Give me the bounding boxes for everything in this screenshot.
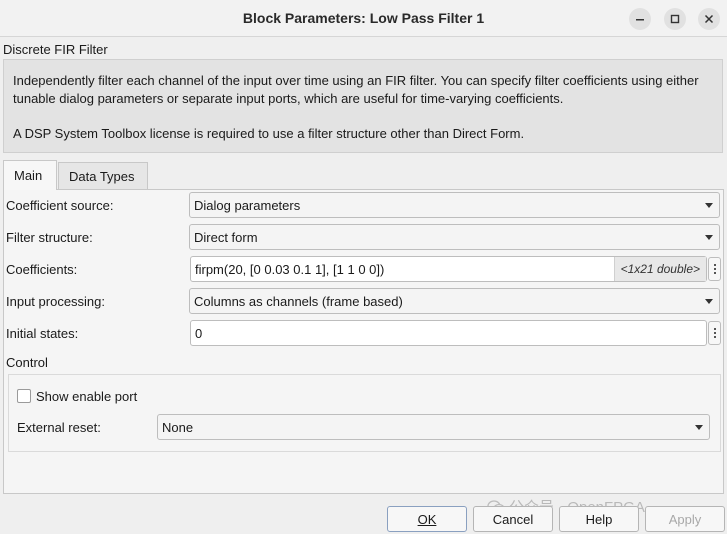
block-type-label: Discrete FIR Filter — [3, 42, 108, 57]
ok-button[interactable]: OK — [387, 506, 467, 532]
filter-structure-label: Filter structure: — [6, 230, 93, 245]
control-group-box — [8, 374, 721, 452]
minimize-button[interactable] — [629, 8, 651, 30]
maximize-icon — [670, 14, 680, 24]
coefficients-field[interactable]: firpm(20, [0 0.03 0.1 1], [1 1 0 0]) <1x… — [190, 256, 707, 282]
close-icon — [704, 14, 714, 24]
initial-states-more-button[interactable] — [708, 321, 721, 345]
chevron-down-icon — [705, 299, 713, 304]
input-processing-dropdown[interactable]: Columns as channels (frame based) — [189, 288, 720, 314]
input-processing-label: Input processing: — [6, 294, 106, 309]
description-box: Independently filter each channel of the… — [3, 59, 723, 153]
coefficients-label: Coefficients: — [6, 262, 78, 277]
coefficients-more-button[interactable] — [708, 257, 721, 281]
coefficient-source-label: Coefficient source: — [6, 198, 114, 213]
coefficients-value: firpm(20, [0 0.03 0.1 1], [1 1 0 0]) — [195, 261, 385, 277]
apply-button[interactable]: Apply — [645, 506, 725, 532]
filter-structure-value: Direct form — [194, 229, 258, 245]
filter-structure-dropdown[interactable]: Direct form — [189, 224, 720, 250]
title-bar: Block Parameters: Low Pass Filter 1 — [0, 0, 727, 37]
more-options-icon — [713, 328, 716, 330]
initial-states-value: 0 — [195, 325, 203, 341]
initial-states-field[interactable]: 0 — [190, 320, 707, 346]
tab-data-types[interactable]: Data Types — [58, 162, 148, 189]
initial-states-label: Initial states: — [6, 326, 79, 341]
external-reset-label: External reset: — [17, 420, 101, 435]
coefficient-source-value: Dialog parameters — [194, 197, 301, 213]
help-button[interactable]: Help — [559, 506, 639, 532]
apply-label: Apply — [668, 511, 702, 527]
show-enable-port-checkbox[interactable] — [17, 389, 31, 403]
show-enable-port-label[interactable]: Show enable port — [36, 389, 137, 404]
help-label: Help — [585, 511, 613, 527]
more-options-icon — [713, 264, 716, 266]
close-button[interactable] — [698, 8, 720, 30]
coefficient-source-dropdown[interactable]: Dialog parameters — [189, 192, 720, 218]
ok-label: OK — [417, 511, 437, 527]
external-reset-value: None — [162, 419, 194, 435]
input-processing-value: Columns as channels (frame based) — [194, 293, 403, 309]
control-group-title: Control — [6, 355, 48, 370]
cancel-button[interactable]: Cancel — [473, 506, 553, 532]
tab-main[interactable]: Main — [3, 160, 57, 190]
chevron-down-icon — [705, 203, 713, 208]
chevron-down-icon — [695, 425, 703, 430]
minimize-icon — [636, 19, 644, 21]
description-text: Independently filter each channel of the… — [13, 73, 699, 106]
cancel-label: Cancel — [492, 511, 534, 527]
window-title: Block Parameters: Low Pass Filter 1 — [242, 10, 485, 26]
maximize-button[interactable] — [664, 8, 686, 30]
license-note: A DSP System Toolbox license is required… — [13, 126, 525, 141]
chevron-down-icon — [705, 235, 713, 240]
external-reset-dropdown[interactable]: None — [157, 414, 710, 440]
coefficients-type-hint: <1x21 double> — [613, 257, 706, 281]
